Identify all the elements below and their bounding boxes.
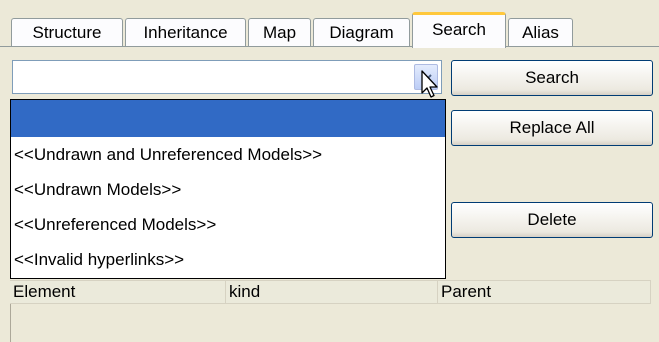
dropdown-item-undrawn[interactable]: <<Undrawn Models>> — [11, 172, 445, 207]
mouse-pointer-icon — [421, 70, 441, 105]
tab-alias[interactable]: Alias — [508, 18, 573, 46]
results-header: Element kind Parent — [10, 280, 651, 304]
tab-search[interactable]: Search — [412, 12, 506, 48]
tab-baseline — [0, 46, 659, 47]
dropdown-item-undrawn-unreferenced[interactable]: <<Undrawn and Unreferenced Models>> — [11, 137, 445, 172]
search-combo[interactable] — [12, 60, 442, 94]
tab-strip: Structure Inheritance Map Diagram Search… — [0, 0, 659, 48]
dropdown-item-invalid-hyperlinks[interactable]: <<Invalid hyperlinks>> — [11, 242, 445, 277]
column-parent[interactable]: Parent — [438, 281, 651, 303]
tab-structure[interactable]: Structure — [11, 18, 123, 46]
column-element[interactable]: Element — [10, 281, 226, 303]
tab-inheritance[interactable]: Inheritance — [125, 18, 246, 46]
dropdown-item-unreferenced[interactable]: <<Unreferenced Models>> — [11, 207, 445, 242]
search-button[interactable]: Search — [451, 60, 653, 96]
results-grid[interactable] — [10, 304, 652, 342]
delete-button[interactable]: Delete — [451, 202, 653, 238]
column-kind[interactable]: kind — [226, 281, 438, 303]
dropdown-item-blank[interactable] — [11, 100, 445, 137]
tab-diagram[interactable]: Diagram — [313, 18, 410, 46]
replace-all-button[interactable]: Replace All — [451, 110, 653, 146]
tab-map[interactable]: Map — [248, 18, 311, 46]
combo-dropdown-list: <<Undrawn and Unreferenced Models>> <<Un… — [10, 99, 446, 279]
